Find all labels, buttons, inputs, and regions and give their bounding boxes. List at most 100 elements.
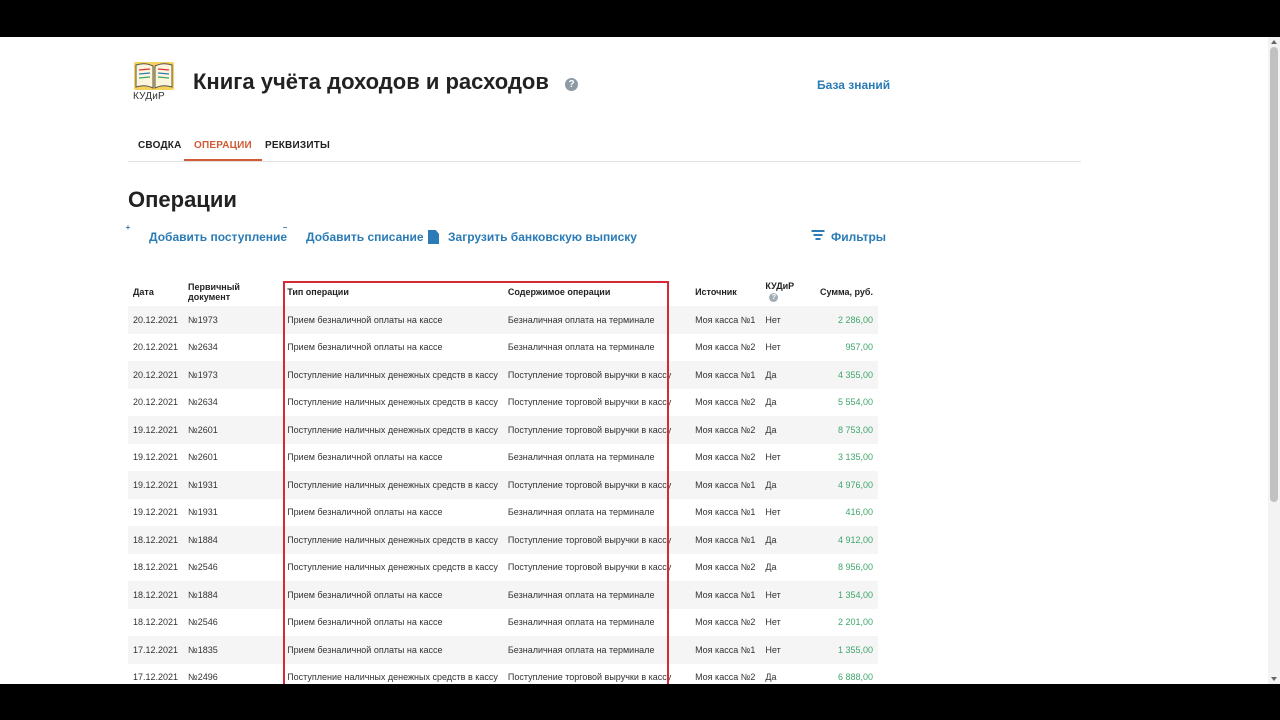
table-row[interactable]: 18.12.2021 №1884 Прием безналичной оплаты … bbox=[128, 581, 878, 609]
column-header-operation-content[interactable]: Содержимое операции bbox=[503, 277, 690, 306]
cell-kudir: Да bbox=[765, 672, 777, 683]
cell-source: Моя касса №2 bbox=[695, 617, 756, 628]
cell-operation-type: Поступление наличных денежных средств в … bbox=[282, 416, 503, 444]
cell-kudir: Да bbox=[760, 526, 810, 554]
cell-source: Моя касса №1 bbox=[690, 526, 761, 554]
table-row[interactable]: 20.12.2021 №1973 Поступление наличных дене… bbox=[128, 361, 878, 389]
cell-source: Моя касса №2 bbox=[695, 452, 756, 463]
knowledge-base-link[interactable]: База знаний bbox=[817, 78, 890, 92]
table-row[interactable]: 19.12.2021 №1931 Поступление наличных дене… bbox=[128, 471, 878, 499]
cell-source: Моя касса №1 bbox=[690, 306, 761, 334]
column-header-date[interactable]: Дата bbox=[128, 277, 183, 306]
cell-operation-content: Поступление торговой выручки в кассу bbox=[502, 416, 691, 444]
table-row[interactable]: 18.12.2021 №2546 Поступление наличных дене… bbox=[128, 554, 878, 582]
scroll-down-arrow-icon[interactable] bbox=[1271, 677, 1277, 681]
cell-kudir: Нет bbox=[765, 617, 781, 628]
cell-operation-content: Безналичная оплата на терминале bbox=[507, 507, 655, 518]
cell-document: №2601 bbox=[183, 416, 283, 444]
cell-source: Моя касса №1 bbox=[690, 581, 761, 609]
cell-operation-type: Прием безналичной оплаты на кассе bbox=[287, 342, 443, 353]
add-income-button[interactable]: + Добавить поступление bbox=[124, 224, 287, 245]
table-row[interactable]: 19.12.2021 №2601 Прием безналичной оплаты … bbox=[128, 444, 878, 472]
column-header-operation-type[interactable]: Тип операции bbox=[282, 277, 503, 306]
cell-source: Моя касса №1 bbox=[695, 507, 756, 518]
scrollbar-thumb[interactable] bbox=[1270, 47, 1278, 502]
cell-amount: 1 354,00 bbox=[809, 581, 878, 609]
cell-operation-content: Поступление торговой выручки в кассу bbox=[507, 672, 672, 683]
column-header-amount[interactable]: Сумма, руб. bbox=[809, 277, 878, 306]
cell-document: №1931 bbox=[188, 507, 218, 518]
cell-date: 20.12.2021 bbox=[133, 342, 179, 353]
cell-operation-type: Прием безналичной оплаты на кассе bbox=[282, 306, 503, 334]
cell-kudir: Да bbox=[765, 562, 777, 573]
cell-amount: 8 956,00 bbox=[837, 562, 873, 573]
cell-document: №2546 bbox=[188, 562, 218, 573]
cell-kudir: Нет bbox=[765, 452, 781, 463]
table-row[interactable]: 18.12.2021 №2546 Прием безналичной оплаты … bbox=[128, 609, 878, 637]
cell-operation-type: Прием безналичной оплаты на кассе bbox=[282, 581, 503, 609]
table-row[interactable]: 20.12.2021 №2634 Поступление наличных дене… bbox=[128, 389, 878, 417]
column-header-kudir[interactable]: КУДиР? bbox=[760, 277, 809, 306]
column-header-document[interactable]: Первичный документ bbox=[183, 277, 282, 306]
cell-document: №2496 bbox=[188, 672, 218, 683]
table-row[interactable]: 20.12.2021 №2634 Прием безналичной оплаты … bbox=[128, 334, 878, 362]
cell-amount: 6 888,00 bbox=[837, 672, 873, 683]
cell-kudir: Нет bbox=[760, 306, 810, 334]
cell-operation-content: Безналичная оплата на терминале bbox=[507, 452, 655, 463]
cell-operation-content: Поступление торговой выручки в кассу bbox=[507, 562, 672, 573]
table-row[interactable]: 17.12.2021 №2496 Поступление наличных дене… bbox=[128, 664, 878, 685]
table-row[interactable]: 19.12.2021 №1931 Прием безналичной оплаты … bbox=[128, 499, 878, 527]
cell-date: 20.12.2021 bbox=[128, 361, 184, 389]
help-icon[interactable]: ? bbox=[565, 78, 578, 91]
kudir-help-icon[interactable]: ? bbox=[769, 292, 779, 302]
cell-operation-type: Поступление наличных денежных средств в … bbox=[282, 471, 503, 499]
logo-text: КУДиР bbox=[133, 91, 165, 102]
cell-kudir: Да bbox=[760, 471, 810, 499]
cell-source: Моя касса №2 bbox=[690, 416, 761, 444]
cell-kudir: Да bbox=[765, 397, 777, 408]
cell-amount: 3 135,00 bbox=[837, 452, 873, 463]
scroll-up-arrow-icon[interactable] bbox=[1271, 40, 1277, 44]
cell-document: №1884 bbox=[183, 581, 283, 609]
cell-source: Моя касса №2 bbox=[695, 342, 756, 353]
cell-source: Моя касса №1 bbox=[690, 471, 761, 499]
tab-operations[interactable]: ОПЕРАЦИИ bbox=[184, 134, 262, 161]
filters-button[interactable]: Фильтры bbox=[811, 229, 886, 245]
add-income-icon: + bbox=[124, 224, 143, 244]
column-header-source[interactable]: Источник bbox=[690, 277, 760, 306]
cell-operation-type: Поступление наличных денежных средств в … bbox=[287, 562, 498, 573]
cell-document: №2634 bbox=[188, 342, 218, 353]
table-row[interactable]: 17.12.2021 №1835 Прием безналичной оплаты … bbox=[128, 636, 878, 664]
column-header-kudir-label: КУДиР bbox=[765, 281, 795, 292]
tab-summary[interactable]: СВОДКА bbox=[128, 134, 192, 161]
cell-operation-type: Поступление наличных денежных средств в … bbox=[282, 526, 503, 554]
table-row[interactable]: 20.12.2021 №1973 Прием безналичной оплаты … bbox=[128, 306, 878, 334]
cell-kudir: Нет bbox=[760, 581, 810, 609]
table-row[interactable]: 19.12.2021 №2601 Поступление наличных дене… bbox=[128, 416, 878, 444]
cell-amount: 2 201,00 bbox=[837, 617, 873, 628]
cell-source: Моя касса №1 bbox=[690, 361, 761, 389]
cell-amount: 957,00 bbox=[845, 342, 873, 353]
document-icon bbox=[428, 230, 442, 244]
tab-bar: СВОДКА ОПЕРАЦИИ РЕКВИЗИТЫ bbox=[128, 134, 1081, 162]
cell-operation-content: Безналичная оплата на терминале bbox=[502, 581, 691, 609]
cell-operation-type: Прием безналичной оплаты на кассе bbox=[282, 636, 503, 664]
table-row[interactable]: 18.12.2021 №1884 Поступление наличных дене… bbox=[128, 526, 878, 554]
cell-document: №1931 bbox=[183, 471, 283, 499]
cell-operation-type: Поступление наличных денежных средств в … bbox=[287, 397, 498, 408]
upload-statement-button[interactable]: Загрузить банковскую выписку bbox=[428, 229, 637, 245]
cell-date: 17.12.2021 bbox=[128, 636, 184, 664]
add-writeoff-button[interactable]: − Добавить списание bbox=[281, 224, 424, 245]
page-title: Операции bbox=[128, 187, 237, 212]
cell-date: 17.12.2021 bbox=[133, 672, 179, 683]
cell-amount: 416,00 bbox=[845, 507, 873, 518]
cell-source: Моя касса №1 bbox=[690, 636, 761, 664]
cell-amount: 4 912,00 bbox=[809, 526, 878, 554]
cell-date: 18.12.2021 bbox=[128, 526, 184, 554]
tab-requisites[interactable]: РЕКВИЗИТЫ bbox=[255, 134, 340, 161]
cell-source: Моя касса №2 bbox=[695, 672, 756, 683]
cell-kudir: Нет bbox=[760, 636, 810, 664]
cell-source: Моя касса №2 bbox=[695, 397, 756, 408]
cell-document: №1835 bbox=[183, 636, 283, 664]
vertical-scrollbar[interactable] bbox=[1268, 37, 1280, 684]
